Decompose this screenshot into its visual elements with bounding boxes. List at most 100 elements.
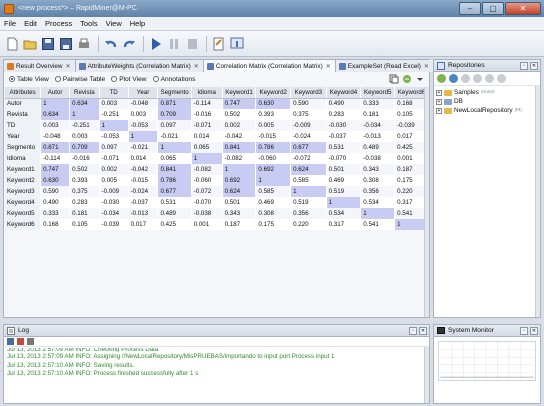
table-cell[interactable]: 0.375 xyxy=(69,186,100,197)
menu-tools[interactable]: Tools xyxy=(80,19,98,28)
table-cell[interactable]: 0.175 xyxy=(255,219,292,230)
results-perspective-icon[interactable] xyxy=(229,36,244,51)
table-cell[interactable]: -0.013 xyxy=(360,131,396,142)
table-cell[interactable]: 1 xyxy=(157,142,192,153)
table-cell[interactable]: -0.009 xyxy=(290,120,327,131)
table-cell[interactable]: 0.519 xyxy=(326,186,362,197)
table-cell[interactable]: 0.308 xyxy=(360,175,396,186)
redo-icon[interactable] xyxy=(121,36,136,51)
table-cell[interactable]: 0.014 xyxy=(191,131,223,142)
open-process-button[interactable] xyxy=(22,36,37,51)
table-cell[interactable]: 0.001 xyxy=(191,219,223,230)
table-cell[interactable]: 0.375 xyxy=(290,109,327,120)
table-cell[interactable]: 0.220 xyxy=(290,219,327,230)
table-cell[interactable]: -0.015 xyxy=(128,175,159,186)
table-cell[interactable]: -0.016 xyxy=(69,153,100,164)
corner-header[interactable]: Attributes xyxy=(5,87,42,99)
table-cell[interactable]: 0.871 xyxy=(40,142,71,153)
tree-node-db[interactable]: + DB xyxy=(436,97,540,106)
close-button[interactable]: ✕ xyxy=(505,1,541,15)
pause-button[interactable] xyxy=(166,36,181,51)
table-cell[interactable]: 0.786 xyxy=(255,142,292,153)
table-cell[interactable]: 0.105 xyxy=(69,219,100,230)
table-cell[interactable]: -0.071 xyxy=(99,153,129,164)
table-cell[interactable]: 0.501 xyxy=(326,164,362,175)
table-cell[interactable]: -0.053 xyxy=(99,131,129,142)
table-cell[interactable]: 0.187 xyxy=(222,219,257,230)
table-cell[interactable]: 0.308 xyxy=(255,208,292,219)
table-cell[interactable]: 0.283 xyxy=(326,109,362,120)
table-cell[interactable]: 0.333 xyxy=(360,98,396,109)
log-scrollbar[interactable] xyxy=(424,347,429,403)
table-cell[interactable]: 0.181 xyxy=(360,109,396,120)
pairwise-table-radio[interactable]: Pairwise Table xyxy=(54,76,105,83)
table-cell[interactable]: 0.541 xyxy=(360,219,396,230)
refresh-icon[interactable] xyxy=(449,74,458,83)
table-cell[interactable]: 0.531 xyxy=(157,197,192,208)
print-button[interactable] xyxy=(76,36,91,51)
table-cell[interactable]: 1 xyxy=(290,186,327,197)
table-cell[interactable]: -0.016 xyxy=(191,109,223,120)
panel-close-button[interactable]: ✕ xyxy=(530,327,538,335)
close-tab-icon[interactable]: ✕ xyxy=(424,63,429,70)
table-cell[interactable]: -0.082 xyxy=(222,153,257,164)
table-cell[interactable]: 0.585 xyxy=(255,186,292,197)
expand-icon[interactable]: + xyxy=(436,98,442,105)
table-cell[interactable]: 0.692 xyxy=(222,175,257,186)
panel-close-button[interactable]: ✕ xyxy=(530,62,538,70)
table-cell[interactable]: 0.469 xyxy=(326,175,362,186)
table-cell[interactable]: -0.034 xyxy=(360,120,396,131)
column-header-keyword4[interactable]: Keyword4 xyxy=(326,87,362,99)
tab-result-overview[interactable]: Result Overview ✕ xyxy=(4,60,76,72)
table-cell[interactable]: -0.015 xyxy=(255,131,292,142)
expand-icon[interactable]: + xyxy=(436,107,442,114)
minimize-button[interactable]: – xyxy=(459,1,481,15)
tree-node-new-local-repository[interactable]: + NewLocalRepository (M) xyxy=(436,106,540,115)
table-cell[interactable]: 0.489 xyxy=(360,142,396,153)
table-cell[interactable]: 1 xyxy=(128,131,159,142)
table-cell[interactable]: 0.630 xyxy=(255,98,292,109)
column-header-autor[interactable]: Autor xyxy=(40,87,71,99)
more-icon[interactable] xyxy=(497,74,506,83)
undo-icon[interactable] xyxy=(103,36,118,51)
menu-view[interactable]: View xyxy=(106,19,122,28)
add-repository-icon[interactable] xyxy=(437,74,446,83)
row-header[interactable]: Keyword6 xyxy=(5,219,42,230)
table-cell[interactable]: 0.624 xyxy=(222,186,257,197)
table-cell[interactable]: -0.053 xyxy=(128,120,159,131)
table-cell[interactable]: 0.005 xyxy=(99,175,129,186)
table-cell[interactable]: -0.030 xyxy=(326,120,362,131)
row-header[interactable]: Autor xyxy=(5,98,42,109)
plot-view-radio[interactable]: Plot View xyxy=(111,76,147,83)
table-cell[interactable]: 0.519 xyxy=(290,197,327,208)
table-cell[interactable]: 0.634 xyxy=(40,109,71,120)
table-cell[interactable]: 0.534 xyxy=(360,197,396,208)
save-process-button[interactable] xyxy=(40,36,55,51)
table-cell[interactable]: 0.065 xyxy=(191,142,223,153)
menu-help[interactable]: Help xyxy=(130,19,145,28)
table-cell[interactable]: -0.042 xyxy=(222,131,257,142)
tab-correlation-matrix[interactable]: Correlation Matrix (Correlation Matrix) ✕ xyxy=(203,60,336,72)
table-cell[interactable]: 0.168 xyxy=(40,219,71,230)
table-cell[interactable]: 0.097 xyxy=(99,142,129,153)
column-header-keyword2[interactable]: Keyword2 xyxy=(255,87,292,99)
copy-icon[interactable] xyxy=(389,74,399,84)
table-cell[interactable]: -0.048 xyxy=(40,131,71,142)
table-cell[interactable]: 0.841 xyxy=(157,164,192,175)
table-cell[interactable]: -0.082 xyxy=(191,164,223,175)
table-cell[interactable]: 0.709 xyxy=(69,142,100,153)
table-cell[interactable]: 0.786 xyxy=(157,175,192,186)
table-cell[interactable]: -0.042 xyxy=(128,164,159,175)
repositories-scrollbar[interactable] xyxy=(535,86,540,317)
table-cell[interactable]: -0.021 xyxy=(157,131,192,142)
table-cell[interactable]: 0.017 xyxy=(128,219,159,230)
table-cell[interactable]: 0.590 xyxy=(40,186,71,197)
table-cell[interactable]: -0.114 xyxy=(191,98,223,109)
table-cell[interactable]: -0.039 xyxy=(99,219,129,230)
panel-restore-button[interactable]: ▫ xyxy=(520,327,528,335)
save-log-icon[interactable] xyxy=(7,338,14,345)
row-header[interactable]: Keyword2 xyxy=(5,175,42,186)
table-cell[interactable]: -0.037 xyxy=(128,197,159,208)
table-cell[interactable]: -0.038 xyxy=(360,153,396,164)
table-cell[interactable]: -0.048 xyxy=(128,98,159,109)
